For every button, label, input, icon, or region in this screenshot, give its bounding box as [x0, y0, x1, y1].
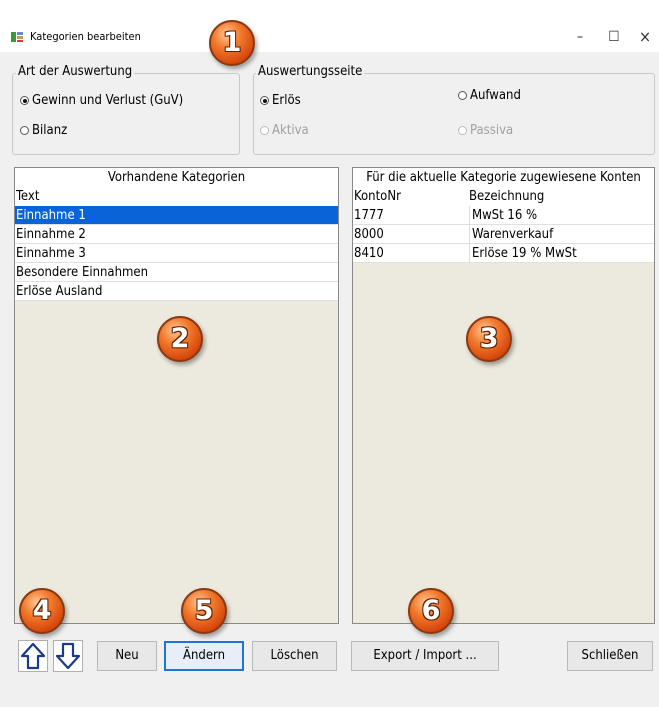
- auswertungsseite-legend: Auswertungsseite: [256, 64, 365, 79]
- konten-cell-bez: Warenverkauf: [469, 225, 553, 244]
- radio-guv[interactable]: Gewinn und Verlust (GuV): [20, 93, 183, 108]
- callout-badge-4: 4: [19, 588, 65, 634]
- neu-button[interactable]: Neu: [97, 641, 157, 671]
- konten-cell-nr: 8000: [354, 227, 384, 242]
- radio-passiva: Passiva: [458, 123, 513, 138]
- radio-erloes[interactable]: Erlös: [260, 93, 301, 108]
- kategorien-header: Vorhandene Kategorien: [15, 168, 338, 187]
- kategorien-row[interactable]: Erlöse Ausland: [15, 282, 338, 301]
- konten-cell-nr: 8410: [354, 246, 384, 261]
- art-der-auswertung-group: [12, 73, 240, 155]
- callout-badge-5: 5: [181, 588, 227, 634]
- radio-aktiva-label: Aktiva: [272, 123, 309, 138]
- konten-header: Für die aktuelle Kategorie zugewiesene K…: [353, 168, 654, 187]
- auswertungsseite-group: [253, 73, 655, 155]
- kategorien-row[interactable]: Einnahme 2: [15, 225, 338, 244]
- radio-guv-label: Gewinn und Verlust (GuV): [32, 93, 184, 108]
- arrow-down-icon: [55, 642, 81, 670]
- radio-unchecked-icon: [20, 126, 29, 135]
- close-button[interactable]: ×: [632, 28, 658, 46]
- kategorien-row-selected[interactable]: Einnahme 1: [15, 206, 338, 225]
- callout-badge-3: 3: [466, 316, 512, 362]
- konten-cell-bez: Erlöse 19 % MwSt: [469, 244, 577, 263]
- radio-bilanz[interactable]: Bilanz: [20, 123, 67, 138]
- konten-cell-nr: 1777: [354, 208, 384, 223]
- window-title: Kategorien bearbeiten: [30, 30, 141, 43]
- konten-panel: Für die aktuelle Kategorie zugewiesene K…: [352, 167, 655, 624]
- move-down-button[interactable]: [53, 640, 83, 672]
- radio-aufwand-label: Aufwand: [470, 88, 521, 103]
- radio-unchecked-icon: [458, 91, 467, 100]
- kategorien-column-header[interactable]: Text: [15, 187, 338, 206]
- schliessen-button[interactable]: Schließen: [567, 641, 653, 671]
- move-up-button[interactable]: [18, 640, 48, 672]
- maximize-button[interactable]: ☐: [601, 28, 627, 46]
- radio-erloes-label: Erlös: [272, 93, 301, 108]
- kategorien-row[interactable]: Einnahme 3: [15, 244, 338, 263]
- kategorien-row[interactable]: Besondere Einnahmen: [15, 263, 338, 282]
- radio-aktiva: Aktiva: [260, 123, 309, 138]
- konten-col-bezeichnung[interactable]: Bezeichnung: [469, 187, 544, 206]
- konten-row[interactable]: 8410 Erlöse 19 % MwSt: [353, 244, 654, 263]
- konten-col-kontonr[interactable]: KontoNr: [354, 189, 401, 204]
- callout-badge-1: 1: [209, 20, 255, 66]
- radio-disabled-icon: [458, 126, 467, 135]
- konten-row[interactable]: 1777 MwSt 16 %: [353, 206, 654, 225]
- export-import-button[interactable]: Export / Import ...: [351, 641, 499, 671]
- aendern-button[interactable]: Ändern: [164, 641, 244, 671]
- arrow-up-icon: [20, 642, 46, 670]
- radio-checked-icon: [20, 96, 29, 105]
- minimize-button[interactable]: –: [567, 28, 593, 46]
- konten-cell-bez: MwSt 16 %: [469, 206, 537, 225]
- radio-passiva-label: Passiva: [470, 123, 514, 138]
- art-der-auswertung-legend: Art der Auswertung: [16, 64, 135, 79]
- konten-column-header: KontoNr Bezeichnung: [353, 187, 654, 206]
- callout-badge-6: 6: [408, 588, 454, 634]
- loeschen-button[interactable]: Löschen: [252, 641, 337, 671]
- radio-bilanz-label: Bilanz: [32, 123, 68, 138]
- radio-aufwand[interactable]: Aufwand: [458, 88, 521, 103]
- radio-disabled-icon: [260, 126, 269, 135]
- radio-checked-icon: [260, 96, 269, 105]
- kategorien-panel: Vorhandene Kategorien Text Einnahme 1 Ei…: [14, 167, 339, 624]
- konten-row[interactable]: 8000 Warenverkauf: [353, 225, 654, 244]
- app-icon: [11, 32, 23, 42]
- callout-badge-2: 2: [157, 316, 203, 362]
